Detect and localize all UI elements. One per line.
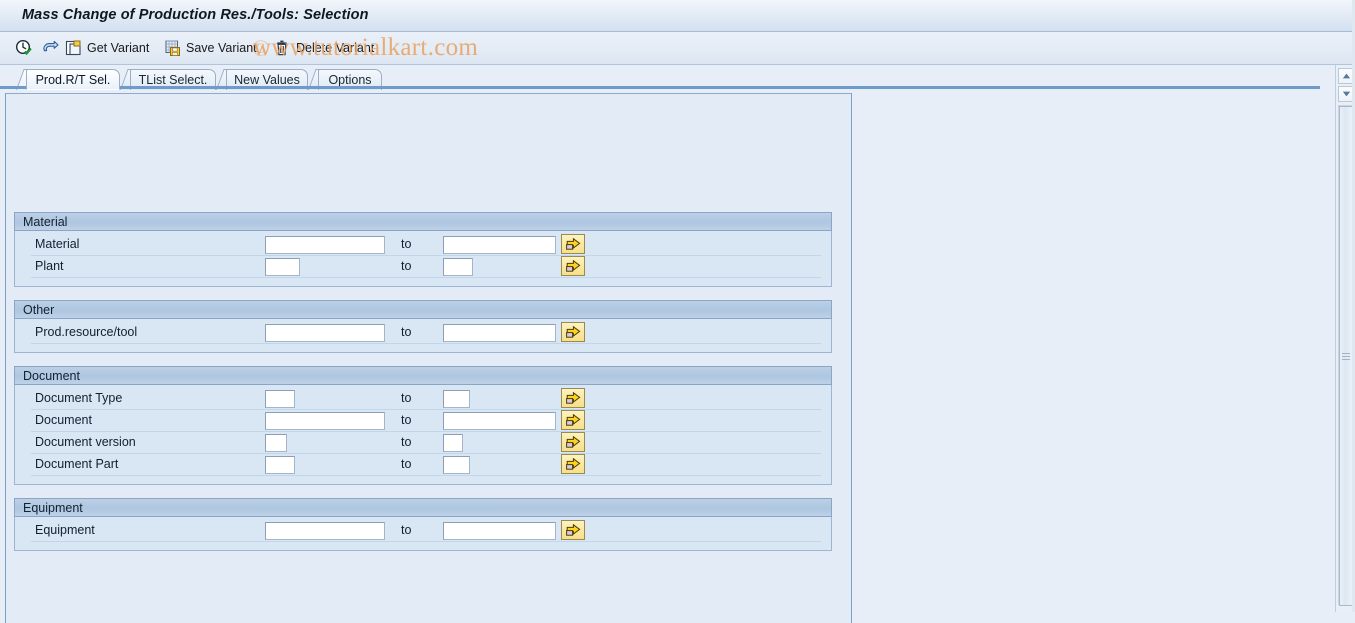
field-label: Plant — [35, 259, 64, 273]
row-separator — [31, 541, 821, 542]
group-equipment: Equipment Equipment to — [14, 498, 832, 551]
field-to-document-part[interactable] — [443, 456, 470, 474]
window-title-bar: Mass Change of Production Res./Tools: Se… — [0, 0, 1355, 32]
field-to-document-type[interactable] — [443, 390, 470, 408]
field-label: Prod.resource/tool — [35, 325, 138, 339]
selection-row: Prod.resource/tool to — [15, 322, 831, 344]
range-to-label: to — [401, 325, 412, 339]
row-separator — [31, 343, 821, 344]
delete-variant-button[interactable]: Delete Variant — [271, 36, 377, 60]
multiple-selection-button[interactable] — [561, 388, 585, 408]
get-variant-button[interactable]: Get Variant — [62, 36, 152, 60]
multiple-selection-button[interactable] — [561, 410, 585, 430]
multiple-selection-button[interactable] — [561, 520, 585, 540]
range-to-label: to — [401, 391, 412, 405]
tab-strip-underline — [0, 86, 1320, 89]
toolbar-button-label: Get Variant — [87, 41, 150, 55]
execute-clock-check-button[interactable] — [12, 36, 36, 60]
group-header: Material — [14, 212, 832, 231]
multiple-selection-button[interactable] — [561, 322, 585, 342]
field-to-equipment[interactable] — [443, 522, 556, 540]
group-body: Material to Plant to — [14, 231, 832, 287]
multiple-selection-button[interactable] — [561, 234, 585, 254]
field-from-document-type[interactable] — [265, 390, 295, 408]
toolbar-button-label: Save Variant — [186, 41, 257, 55]
range-to-label: to — [401, 457, 412, 471]
group-title: Equipment — [23, 500, 83, 515]
selection-row: Material to — [15, 234, 831, 256]
group-body: Prod.resource/tool to — [14, 319, 832, 353]
field-to-prod-resource-tool[interactable] — [443, 324, 556, 342]
execute-clock-check-icon — [15, 39, 33, 57]
multiple-selection-button[interactable] — [561, 432, 585, 452]
field-label: Equipment — [35, 523, 95, 537]
group-title: Material — [23, 214, 68, 229]
get-variant-icon — [65, 39, 83, 57]
range-to-label: to — [401, 435, 412, 449]
selection-row: Document Part to — [15, 454, 831, 476]
save-variant-button[interactable]: Save Variant — [161, 36, 260, 60]
delete-variant-trash-icon — [274, 39, 292, 57]
group-material: Material Material to Plant to — [14, 212, 832, 287]
field-label: Document Type — [35, 391, 123, 405]
group-title: Other — [23, 302, 55, 317]
group-body: Document Type to Document to Document vers… — [14, 385, 832, 485]
field-from-document-part[interactable] — [265, 456, 295, 474]
field-to-document-version[interactable] — [443, 434, 463, 452]
field-label: Material — [35, 237, 80, 251]
field-to-document[interactable] — [443, 412, 556, 430]
tab-label: TList Select. — [138, 73, 208, 87]
execute-background-arrow-icon — [41, 39, 59, 57]
group-other: Other Prod.resource/tool to — [14, 300, 832, 353]
group-title: Document — [23, 368, 80, 383]
range-to-label: to — [401, 237, 412, 251]
field-from-document[interactable] — [265, 412, 385, 430]
save-variant-icon — [164, 39, 182, 57]
execute-background-arrow-button[interactable] — [38, 36, 62, 60]
scrollbar-thumb[interactable] — [1339, 106, 1353, 606]
field-to-plant[interactable] — [443, 258, 473, 276]
tab-label: Options — [328, 73, 372, 87]
field-label: Document version — [35, 435, 136, 449]
scrollbar-grip-icon — [1342, 352, 1350, 360]
multiple-selection-button[interactable] — [561, 454, 585, 474]
field-from-document-version[interactable] — [265, 434, 287, 452]
tab-prod-r-t-sel[interactable]: Prod.R/T Sel. — [26, 69, 120, 90]
range-to-label: to — [401, 259, 412, 273]
tab-label: Prod.R/T Sel. — [35, 72, 111, 87]
group-document: Document Document Type to Document to Docum… — [14, 366, 832, 485]
multiple-selection-button[interactable] — [561, 256, 585, 276]
range-to-label: to — [401, 413, 412, 427]
field-from-equipment[interactable] — [265, 522, 385, 540]
toolbar-button-label: Delete Variant — [296, 41, 375, 55]
field-from-plant[interactable] — [265, 258, 300, 276]
tab-label: New Values — [234, 73, 300, 87]
group-header: Equipment — [14, 498, 832, 517]
row-separator — [31, 277, 821, 278]
selection-screen-content: Material Material to Plant to Other Prod.res… — [5, 93, 852, 623]
page-title: Mass Change of Production Res./Tools: Se… — [22, 7, 369, 23]
field-label: Document — [35, 413, 92, 427]
selection-row: Equipment to — [15, 520, 831, 542]
group-header: Other — [14, 300, 832, 319]
field-from-prod-resource-tool[interactable] — [265, 324, 385, 342]
field-from-material[interactable] — [265, 236, 385, 254]
selection-row: Document to — [15, 410, 831, 432]
application-toolbar: Get Variant Save Variant Delete Variant — [0, 32, 1355, 65]
selection-row: Document version to — [15, 432, 831, 454]
range-to-label: to — [401, 523, 412, 537]
selection-row: Document Type to — [15, 388, 831, 410]
group-header: Document — [14, 366, 832, 385]
group-body: Equipment to — [14, 517, 832, 551]
selection-row: Plant to — [15, 256, 831, 278]
row-separator — [31, 475, 821, 476]
field-label: Document Part — [35, 457, 119, 471]
field-to-material[interactable] — [443, 236, 556, 254]
